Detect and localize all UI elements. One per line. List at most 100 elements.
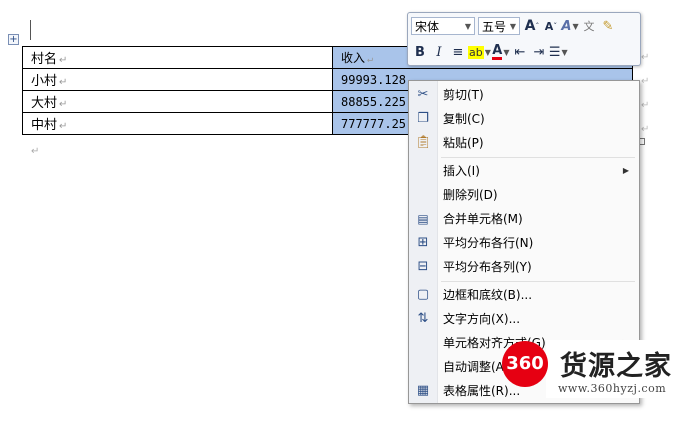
font-name-combo[interactable]: 宋体 ▼ bbox=[411, 17, 475, 35]
row-end-mark: ↵ bbox=[641, 100, 650, 111]
watermark-title: 货源之家 bbox=[560, 351, 672, 382]
menu-item-label: 复制(C) bbox=[443, 112, 485, 126]
font-name-value: 宋体 bbox=[415, 19, 440, 34]
chevron-down-icon: ▼ bbox=[484, 47, 491, 57]
text-direction-icon: ⇅ bbox=[417, 311, 429, 326]
chevron-down-icon: ▼ bbox=[509, 21, 516, 31]
center-align-icon: ≡ bbox=[452, 44, 464, 60]
merge-cells-icon: ▤ bbox=[417, 212, 429, 226]
menu-item-distribute-rows[interactable]: ⊞ 平均分布各行(N) bbox=[409, 231, 639, 255]
phonetic-guide-button[interactable]: 文 bbox=[580, 16, 598, 36]
decrease-indent-icon: ⇤ bbox=[514, 44, 526, 60]
table-move-handle-icon[interactable]: + bbox=[8, 34, 19, 45]
distribute-columns-icon: ⊟ bbox=[417, 259, 429, 274]
italic-icon: I bbox=[436, 44, 442, 60]
menu-item-copy[interactable]: ❐ 复制(C) bbox=[409, 107, 639, 131]
mini-toolbar-row-2: B I ≡ ab ▼ A ▼ ⇤ ⇥ ☰ ▼ bbox=[411, 41, 569, 63]
bullet-list-icon: ☰ bbox=[548, 44, 561, 60]
menu-item-label: 文字方向(X)... bbox=[443, 312, 521, 326]
mini-toolbar: 宋体 ▼ 五号 ▼ Aˆ Aˇ A ▼ 文 ✎ B I ≡ ab ▼ A ▼ ⇤ ⇥ … bbox=[407, 12, 641, 66]
menu-item-label: 表格属性(R)... bbox=[443, 384, 521, 398]
font-color-button[interactable]: A ▼ bbox=[492, 42, 510, 62]
phonetic-guide-icon: 文 bbox=[583, 20, 595, 33]
font-size-value: 五号 bbox=[482, 19, 507, 34]
menu-item-merge-cells[interactable]: ▤ 合并单元格(M) bbox=[409, 207, 639, 231]
paragraph-mark: ↵ bbox=[31, 146, 40, 157]
scissors-icon: ✂ bbox=[417, 87, 429, 102]
chevron-down-icon: ▼ bbox=[572, 21, 579, 31]
cell-income: 88855.225 bbox=[341, 94, 407, 109]
watermark-360-logo: 360 bbox=[502, 341, 548, 387]
chevron-down-icon: ▼ bbox=[561, 47, 568, 57]
center-align-button[interactable]: ≡ bbox=[449, 42, 467, 62]
cell-end-mark: ↵ bbox=[367, 54, 374, 65]
format-painter-icon: ✎ bbox=[602, 18, 614, 34]
shrink-font-button[interactable]: Aˇ bbox=[542, 16, 560, 36]
increase-indent-icon: ⇥ bbox=[533, 44, 545, 60]
row-end-mark: ↵ bbox=[641, 76, 650, 87]
cell-income: 99993.128 bbox=[341, 72, 407, 87]
menu-item-distribute-columns[interactable]: ⊟ 平均分布各列(Y) bbox=[409, 255, 639, 279]
grow-font-button[interactable]: Aˆ bbox=[523, 16, 541, 36]
cell-income: 777777.25 bbox=[341, 116, 407, 131]
bold-icon: B bbox=[415, 44, 425, 60]
table-cell[interactable]: 大村 ↵ bbox=[22, 90, 333, 113]
bullets-button[interactable]: ☰ ▼ bbox=[549, 42, 568, 62]
cell-end-mark: ↵ bbox=[59, 121, 68, 132]
borders-icon: ▢ bbox=[416, 287, 430, 302]
copy-icon: ❐ bbox=[417, 111, 429, 126]
menu-item-label: 剪切(T) bbox=[443, 88, 484, 102]
chevron-down-icon: ▼ bbox=[464, 21, 471, 31]
shrink-font-icon: A bbox=[544, 19, 554, 33]
menu-item-label: 平均分布各列(Y) bbox=[443, 260, 532, 274]
cell-end-mark: ↵ bbox=[59, 99, 68, 110]
distribute-rows-icon: ⊞ bbox=[417, 235, 429, 250]
bold-button[interactable]: B bbox=[411, 42, 429, 62]
chevron-down-icon: ▼ bbox=[503, 47, 510, 57]
grow-font-icon: A bbox=[524, 18, 536, 34]
menu-item-label: 删除列(D) bbox=[443, 188, 498, 202]
increase-indent-button[interactable]: ⇥ bbox=[530, 42, 548, 62]
cell-village-name: 小村 bbox=[31, 74, 58, 89]
text-effects-icon: A bbox=[561, 18, 572, 34]
menu-separator bbox=[441, 281, 635, 282]
cell-end-mark: ↵ bbox=[59, 77, 68, 88]
header-village-name: 村名 bbox=[31, 52, 58, 67]
up-caret-icon: ˆ bbox=[535, 21, 540, 31]
table-cell[interactable]: 村名 ↵ bbox=[22, 46, 333, 69]
menu-item-text-direction[interactable]: ⇅ 文字方向(X)... bbox=[409, 307, 639, 331]
row-end-mark: ↵ bbox=[641, 52, 650, 63]
table-properties-icon: ▦ bbox=[416, 383, 430, 398]
menu-item-borders-shading[interactable]: ▢ 边框和底纹(B)... bbox=[409, 283, 639, 307]
table-cell[interactable]: 中村 ↵ bbox=[22, 112, 333, 135]
submenu-arrow-icon: ▶ bbox=[622, 166, 629, 175]
italic-button[interactable]: I bbox=[430, 42, 448, 62]
menu-item-label: 自动调整(A) bbox=[443, 360, 509, 374]
decrease-indent-button[interactable]: ⇤ bbox=[511, 42, 529, 62]
menu-item-label: 合并单元格(M) bbox=[443, 212, 523, 226]
row-end-mark: ↵ bbox=[641, 124, 650, 135]
font-size-combo[interactable]: 五号 ▼ bbox=[478, 17, 520, 35]
highlight-button[interactable]: ab ▼ bbox=[468, 42, 491, 62]
highlighter-icon: ab bbox=[468, 45, 484, 59]
menu-item-label: 平均分布各行(N) bbox=[443, 236, 534, 250]
down-caret-icon: ˇ bbox=[553, 21, 558, 31]
format-painter-button[interactable]: ✎ bbox=[599, 16, 617, 36]
menu-item-label: 边框和底纹(B)... bbox=[443, 288, 533, 302]
table-cell[interactable]: 小村 ↵ bbox=[22, 68, 333, 91]
cell-village-name: 中村 bbox=[31, 118, 58, 133]
menu-item-cut[interactable]: ✂ 剪切(T) bbox=[409, 83, 639, 107]
menu-item-label: 插入(I) bbox=[443, 164, 480, 178]
menu-separator bbox=[441, 157, 635, 158]
cell-end-mark: ↵ bbox=[59, 55, 68, 66]
menu-item-insert[interactable]: 插入(I) ▶ bbox=[409, 159, 639, 183]
font-color-icon: A bbox=[492, 43, 503, 60]
menu-item-label: 粘贴(P) bbox=[443, 136, 484, 150]
paste-icon: 📋︎ bbox=[415, 135, 432, 150]
mini-toolbar-row-1: 宋体 ▼ 五号 ▼ Aˆ Aˇ A ▼ 文 ✎ bbox=[411, 15, 618, 37]
header-income: 收入 bbox=[341, 51, 366, 65]
text-effects-button[interactable]: A ▼ bbox=[561, 16, 579, 36]
menu-item-paste[interactable]: 📋︎ 粘贴(P) bbox=[409, 131, 639, 155]
menu-item-delete-column[interactable]: 删除列(D) bbox=[409, 183, 639, 207]
watermark-url: www.360hyzj.com bbox=[558, 382, 667, 395]
